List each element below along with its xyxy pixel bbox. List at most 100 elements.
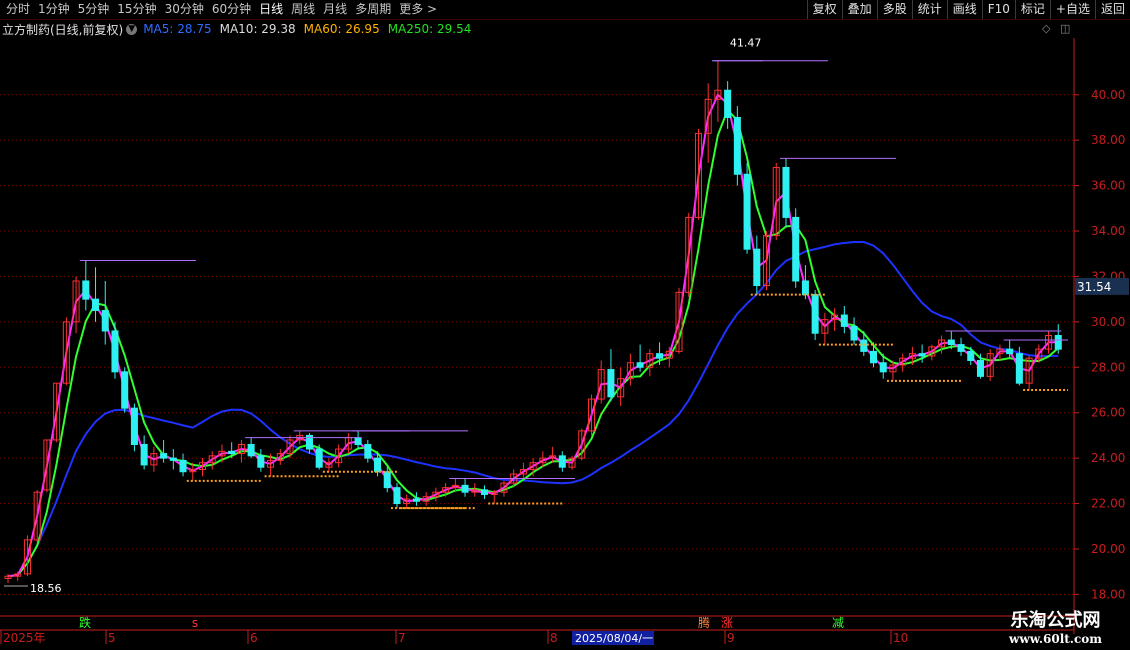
period-tab-7[interactable]: 周线	[287, 0, 319, 19]
candle-body-82	[801, 280, 809, 296]
candle-body-67	[656, 353, 664, 359]
candle-body-37	[364, 443, 372, 459]
date-label-4: 8	[550, 631, 558, 645]
candle-body-14	[140, 443, 148, 466]
ma-label-3: MA250: 29.54	[387, 22, 472, 36]
candle-body-23	[228, 450, 236, 455]
panel-toggle-icon[interactable]: ◫	[1060, 22, 1070, 35]
candle-body-32	[315, 448, 323, 468]
watermark-url: www.60lt.com	[1009, 632, 1102, 646]
high-label: 41.47	[730, 38, 762, 50]
tick-label-8: 34.00	[1091, 224, 1125, 238]
chevron-down-icon[interactable]: ▼	[126, 23, 138, 35]
candle-body-8	[82, 280, 90, 300]
low-label: 18.56	[30, 582, 62, 595]
ma-labels: MA5: 28.75 MA10: 29.38 MA60: 26.95 MA250: 2…	[143, 22, 479, 36]
candle-body-99	[967, 350, 975, 361]
toolbar-button-6[interactable]: 标记	[1014, 0, 1050, 19]
candle-body-80	[782, 166, 790, 218]
ma-label-2: MA60: 26.95	[303, 22, 380, 36]
candle-body-10	[101, 310, 109, 332]
current-price-label: 31.54	[1077, 280, 1111, 294]
signal-2: 腾	[698, 615, 710, 630]
candle-body-9	[92, 298, 100, 312]
candle-body-12	[121, 371, 129, 409]
candle-body-65	[636, 362, 644, 368]
candle-body-40	[393, 487, 401, 505]
period-toolbar: 分时 1分钟 5分钟 15分钟 30分钟 60分钟 日线 周线 月线 多周期 更多 > 复权 叠加 多股…	[0, 0, 1130, 20]
candle-body-83	[811, 294, 819, 334]
tick-label-1: 20.00	[1091, 542, 1125, 556]
ma-line-1	[7, 108, 1059, 578]
candle-body-38	[374, 457, 382, 473]
signal-4: 减	[832, 616, 844, 630]
cursor-date-label: 2025/08/04/一	[575, 632, 653, 645]
toolbar-button-3[interactable]: 统计	[911, 0, 947, 19]
date-label-0: 2025年	[3, 631, 46, 645]
watermark: 乐淘公式网 www.60lt.com	[1009, 610, 1102, 646]
candle-body-103	[1006, 348, 1014, 355]
toolbar-button-5[interactable]: F10	[981, 0, 1015, 19]
candle-body-16	[160, 453, 168, 459]
toolbar-buttons: 复权 叠加 多股 统计 画线 F10 标记 +自选 返回	[806, 0, 1130, 19]
period-tab-9[interactable]: 多周期	[351, 0, 395, 19]
candle-body-18	[179, 459, 187, 473]
stock-title: 立方制药(日线,前复权)	[2, 22, 124, 37]
candle-body-57	[558, 455, 566, 468]
candle-body-17	[169, 457, 177, 461]
date-label-5: 9	[727, 631, 735, 645]
period-tab-6[interactable]: 日线	[255, 0, 287, 19]
toolbar-button-0[interactable]: 复权	[806, 0, 842, 19]
ma-label-0: MA5: 28.75	[143, 22, 212, 36]
tick-label-11: 40.00	[1091, 88, 1125, 102]
candle-body-13	[130, 407, 138, 445]
toolbar-button-7[interactable]: +自选	[1049, 0, 1095, 19]
signal-0: 跌	[79, 615, 91, 630]
candle-body-74	[724, 89, 732, 118]
period-tab-5[interactable]: 60分钟	[208, 0, 255, 19]
kline-chart: 18.0020.0022.0024.0026.0028.0030.0032.00…	[0, 38, 1129, 645]
period-tabs: 分时 1分钟 5分钟 15分钟 30分钟 60分钟 日线 周线 月线 多周期 更多 >	[2, 0, 441, 19]
candle-body-88	[860, 339, 868, 352]
candle-body-76	[743, 173, 751, 250]
period-tab-10[interactable]: 更多 >	[395, 0, 441, 19]
tick-label-9: 36.00	[1091, 179, 1125, 193]
candle-body-75	[733, 116, 741, 175]
candle-body-94	[918, 353, 926, 357]
signal-3: 涨	[721, 615, 733, 630]
candle-body-108	[1054, 334, 1062, 350]
toolbar-button-1[interactable]: 叠加	[841, 0, 877, 19]
candle-body-47	[461, 484, 469, 493]
tick-label-3: 24.00	[1091, 451, 1125, 465]
candle-body-89	[869, 350, 878, 364]
candle-body-42	[412, 498, 420, 502]
period-tab-3[interactable]: 15分钟	[113, 0, 160, 19]
candle-body-36	[354, 437, 362, 445]
ma-line-0	[7, 241, 1059, 578]
candle-body-86	[840, 314, 848, 327]
toolbar-button-8[interactable]: 返回	[1094, 0, 1130, 19]
period-tab-0[interactable]: 分时	[2, 0, 34, 19]
candle-body-26	[257, 455, 265, 468]
candle-body-104	[1015, 353, 1023, 384]
date-label-2: 6	[250, 631, 258, 645]
ma-label-1: MA10: 29.38	[219, 22, 296, 36]
period-tab-1[interactable]: 1分钟	[34, 0, 74, 19]
chart-info-bar: 立方制药(日线,前复权) ▼ MA5: 28.75 MA10: 29.38 MA60…	[0, 20, 1075, 38]
candle-body-77	[753, 248, 761, 287]
diamond-icon[interactable]: ◇	[1042, 22, 1050, 35]
candle-body-11	[111, 330, 119, 373]
date-label-3: 7	[398, 631, 406, 645]
toolbar-button-4[interactable]: 画线	[946, 0, 982, 19]
period-tab-2[interactable]: 5分钟	[74, 0, 114, 19]
candle-body-81	[792, 216, 800, 282]
period-tab-8[interactable]: 月线	[319, 0, 351, 19]
tick-label-4: 26.00	[1091, 406, 1125, 420]
candle-body-90	[879, 362, 887, 373]
candle-body-39	[383, 471, 391, 489]
tick-label-0: 18.00	[1091, 587, 1125, 601]
toolbar-button-2[interactable]: 多股	[876, 0, 912, 19]
period-tab-4[interactable]: 30分钟	[161, 0, 208, 19]
candle-body-97	[947, 339, 955, 346]
candle-body-100	[976, 359, 984, 377]
